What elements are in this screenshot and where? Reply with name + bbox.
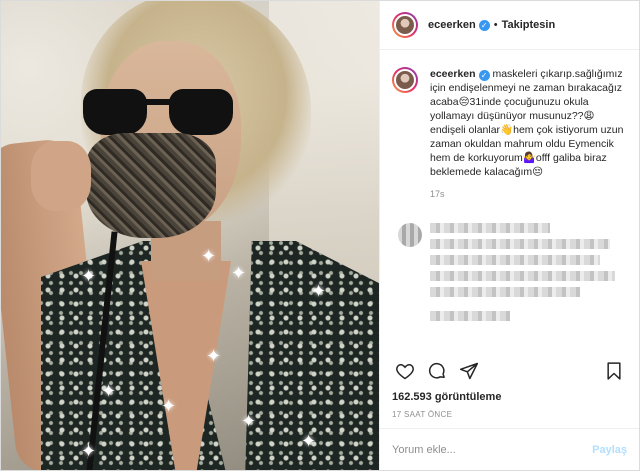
post-video[interactable]: ✦ ✦ ✦ ✦ ✦ ✦ ✦ ✦ ✦ ✦ xyxy=(1,1,379,470)
blurred-text-line xyxy=(430,271,615,281)
view-count[interactable]: 162.593 görüntüleme xyxy=(392,391,501,403)
post-comment-button[interactable]: Paylaş xyxy=(592,444,627,456)
blurred-text-line xyxy=(430,255,600,265)
username-link[interactable]: eceerken xyxy=(428,19,476,31)
sparkle-icon: ✦ xyxy=(81,266,97,286)
sparkle-icon: ✦ xyxy=(101,381,117,401)
sunglasses xyxy=(83,89,233,137)
avatar[interactable] xyxy=(392,12,418,38)
face-mask xyxy=(86,133,216,238)
instagram-post-modal: ✦ ✦ ✦ ✦ ✦ ✦ ✦ ✦ ✦ ✦ eceerken ✓ • Takipte… xyxy=(0,0,640,471)
heart-icon[interactable] xyxy=(392,358,418,384)
sparkle-icon: ✦ xyxy=(201,246,217,266)
comment-input[interactable] xyxy=(392,443,593,456)
avatar[interactable] xyxy=(392,67,418,93)
caption: eceerken ✓ maskeleri çıkarıp.sağlığımız i… xyxy=(392,67,627,179)
blurred-text-line xyxy=(430,239,610,249)
caption-text: eceerken ✓ maskeleri çıkarıp.sağlığımız i… xyxy=(430,67,627,179)
sparkle-icon: ✦ xyxy=(241,411,257,431)
blurred-text-line xyxy=(430,287,580,297)
caption-body: maskeleri çıkarıp.sağlığımız için endişe… xyxy=(430,68,624,178)
post-sidebar: eceerken ✓ • Takiptesin eceerken ✓ maskel… xyxy=(379,1,639,470)
blurred-text-line xyxy=(430,223,550,233)
sparkle-icon: ✦ xyxy=(81,441,97,461)
sparkle-icon: ✦ xyxy=(161,396,177,416)
verified-icon: ✓ xyxy=(478,70,490,81)
sparkle-icon: ✦ xyxy=(301,431,317,451)
verified-icon: ✓ xyxy=(478,19,490,31)
comments-section[interactable]: eceerken ✓ maskeleri çıkarıp.sağlığımız i… xyxy=(380,51,639,341)
caption-timestamp[interactable]: 17s xyxy=(430,189,627,199)
sparkle-icon: ✦ xyxy=(206,346,222,366)
caption-username[interactable]: eceerken xyxy=(430,68,476,80)
sparkle-icon: ✦ xyxy=(311,281,327,301)
blurred-avatar xyxy=(398,223,422,247)
blurred-comment xyxy=(392,217,627,327)
blurred-text-line xyxy=(430,311,510,321)
comment-icon[interactable] xyxy=(424,358,450,384)
share-icon[interactable] xyxy=(456,358,482,384)
hand xyxy=(31,141,91,211)
post-timestamp[interactable]: 17 SAAT ÖNCE xyxy=(392,410,452,419)
separator-dot: • xyxy=(493,19,498,31)
sparkle-icon: ✦ xyxy=(231,263,247,283)
action-bar xyxy=(392,357,627,385)
follow-status-button[interactable]: Takiptesin xyxy=(502,19,556,31)
post-header: eceerken ✓ • Takiptesin xyxy=(380,1,639,50)
add-comment-bar: Paylaş xyxy=(380,428,639,470)
bookmark-icon[interactable] xyxy=(601,358,627,384)
